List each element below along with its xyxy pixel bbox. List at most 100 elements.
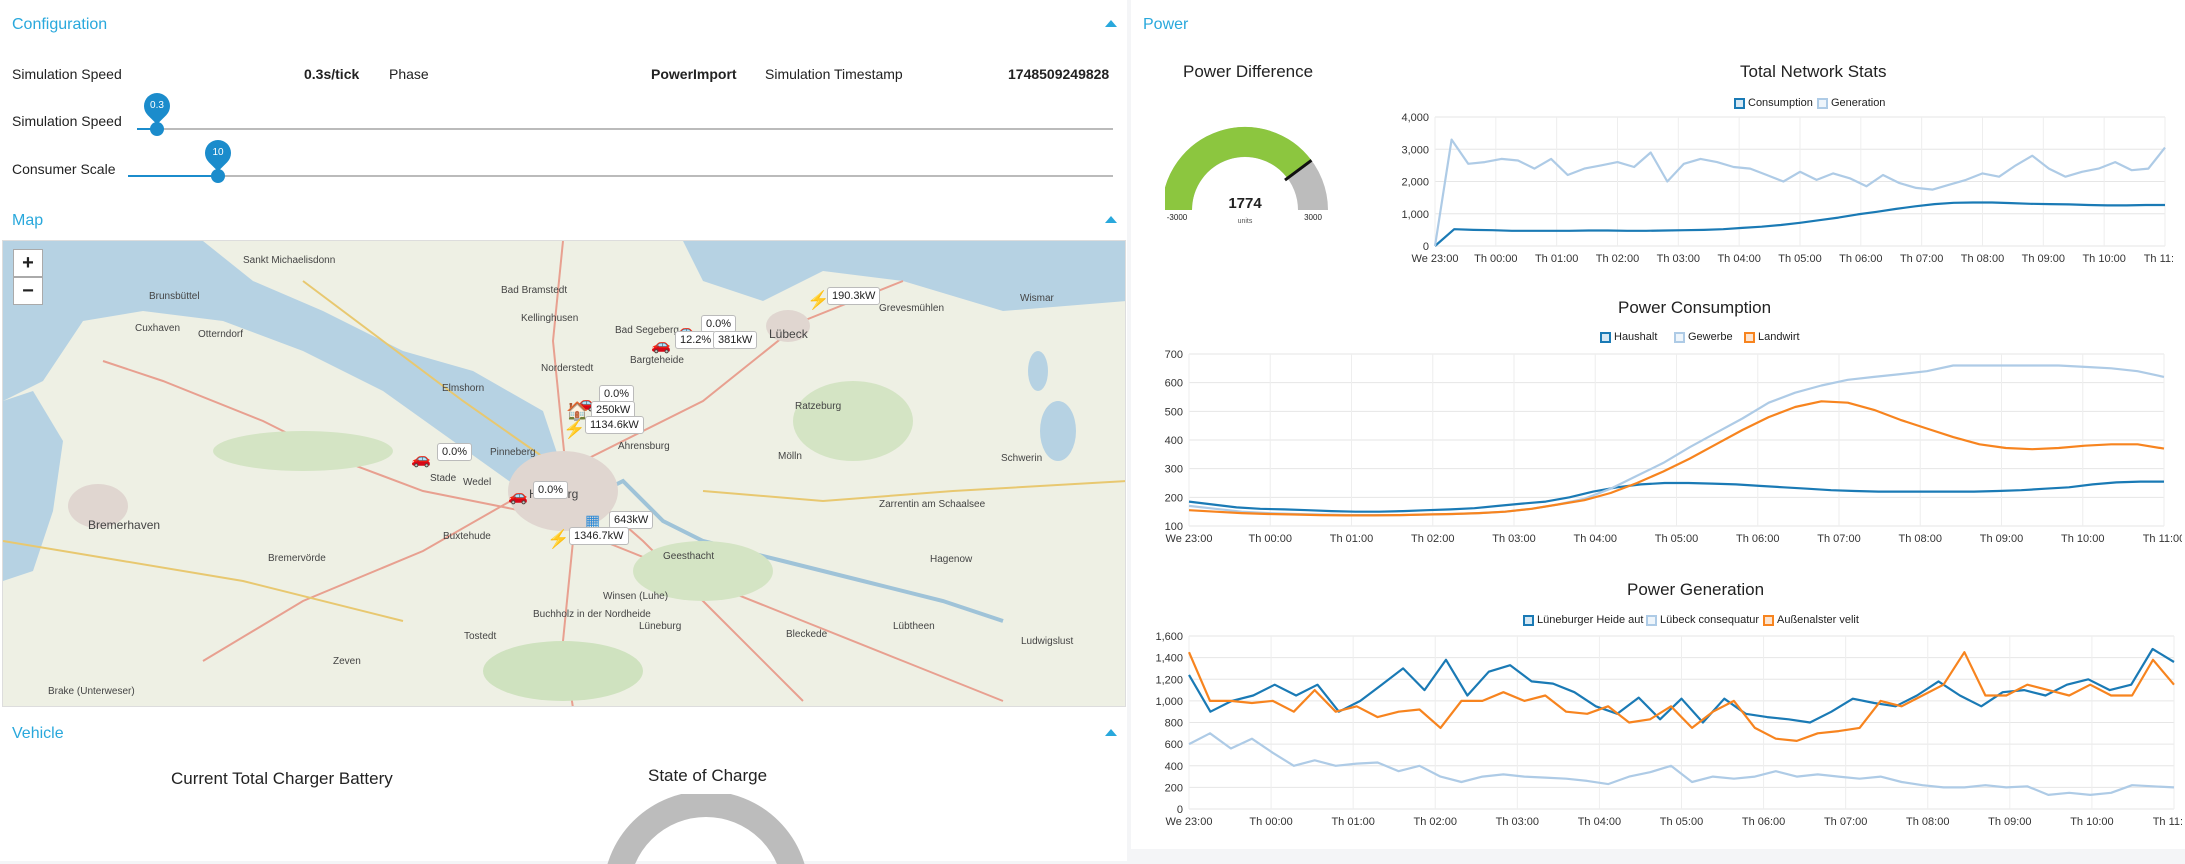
car-icon[interactable]: 🚗 [508,486,528,506]
vehicle-header[interactable]: Vehicle [0,709,1127,757]
x-tick-label: Th 06:00 [1742,816,1785,828]
configuration-title: Configuration [12,16,108,33]
y-tick-label: 0 [1423,241,1429,253]
map-place-label: Mölln [778,451,802,462]
sim-speed-label: Simulation Speed [12,66,122,82]
phase-value: PowerImport [651,66,737,82]
consumer-scale-label: Consumer Scale [12,161,116,177]
map-place-label: Bargteheide [630,355,684,366]
y-tick-label: 700 [1165,349,1183,361]
x-tick-label: Th 05:00 [1778,253,1821,265]
consumer-scale-slider[interactable]: 10 [128,134,1113,183]
x-tick-label: Th 09:00 [2022,253,2065,265]
map-header[interactable]: Map [0,196,1127,244]
x-tick-label: We 23:00 [1166,816,1213,828]
map-place-label: Bremerhaven [88,518,161,532]
slider-value-text: 10 [212,147,224,158]
x-tick-label: We 23:00 [1412,253,1459,265]
map-value-label: 1346.7kW [569,527,629,545]
x-tick-label: Th 08:00 [1961,253,2004,265]
network-stats-chart: 0 1,000 2,000 3,000 4,000 We 23:00 Th 00:00 Th … [1401,112,2173,265]
x-tick-label: Th 04:00 [1717,253,1760,265]
x-tick-label: Th 00:00 [1249,533,1292,545]
map-place-label: Wismar [1020,293,1054,304]
y-tick-label: 1,400 [1155,653,1183,665]
gauge-value: 1774 [1228,195,1262,212]
x-tick-label: Th 02:00 [1414,816,1457,828]
zoom-out-button[interactable]: − [13,277,43,305]
x-tick-label: Th 03:00 [1657,253,1700,265]
configuration-panel: Configuration Simulation Speed 0.3s/tick… [0,0,1127,196]
x-tick-label: Th 08:00 [1906,816,1949,828]
map-place-label: Pinneberg [490,447,536,458]
chart-title-consumption: Power Consumption [1618,298,1772,317]
x-tick-label: Th 02:00 [1411,533,1454,545]
gauge-max: 3000 [1304,213,1322,222]
map-place-label: Kellinghusen [521,313,579,324]
map-place-label: Bremervörde [268,553,326,564]
y-tick-label: 400 [1165,435,1183,447]
slider-track [137,128,1113,130]
y-tick-label: 1,600 [1155,631,1183,643]
x-tick-label: Th 03:00 [1496,816,1539,828]
collapse-chevron-icon[interactable] [1105,729,1117,736]
sim-speed-value: 0.3s/tick [304,66,360,82]
x-tick-label: Th 03:00 [1492,533,1535,545]
x-tick-label: Th 11:00 [2143,533,2182,545]
car-icon[interactable]: 🚗 [411,449,431,469]
simulation-speed-slider[interactable]: 0.3 [137,87,1113,136]
gauge-min: -3000 [1167,213,1188,222]
vehicle-panel: Vehicle Current Total Charger Battery St… [0,709,1127,864]
y-tick-label: 100 [1165,521,1183,533]
zoom-in-button[interactable]: + [13,249,43,277]
x-tick-label: Th 04:00 [1574,533,1617,545]
timestamp-value: 1748509249828 [1008,66,1110,82]
map-value-label: 190.3kW [827,287,881,305]
map-place-label: Norderstedt [541,363,594,374]
map-value-label: 381kW [713,331,758,349]
map-place-label: Geesthacht [663,551,715,562]
x-tick-label: Th 10:00 [2082,253,2125,265]
map-title: Map [12,212,44,229]
power-consumption-chart: 100 200 300 400 500 600 700 We 23:00 Th 00:00 Th … [1165,349,2182,545]
x-tick-label: Th 10:00 [2070,816,2113,828]
collapse-chevron-icon[interactable] [1105,216,1117,223]
y-tick-label: 200 [1165,782,1183,794]
gauge-unit: units [1238,218,1253,225]
y-tick-label: 200 [1165,492,1183,504]
vehicle-title: Vehicle [12,725,64,742]
x-tick-label: Th 00:00 [1249,816,1292,828]
y-tick-label: 1,000 [1401,209,1429,221]
map-place-label: Tostedt [464,631,497,642]
map-place-label: Hagenow [930,554,973,565]
power-generation-chart: 0 200 400 600 800 1,000 1,200 1,400 1,600 We 23:0… [1155,631,2182,828]
power-panel: Power Power Difference 1774 units -3000 … [1131,0,2185,849]
map-background [3,241,1125,706]
x-tick-label: Th 06:00 [1736,533,1779,545]
power-header[interactable]: Power [1131,0,2185,48]
map-place-label: Lübeck [769,327,808,341]
x-tick-label: Th 10:00 [2061,533,2104,545]
map-place-label: Bleckede [786,629,828,640]
y-tick-label: 400 [1165,761,1183,773]
map-place-label: Lübtheen [893,621,935,632]
map-place-label: Schwerin [1001,453,1043,464]
map-value-label: 12.2% [675,331,717,349]
map-view[interactable]: Bremerhaven Hamburg Lübeck Cuxhaven Stad… [2,240,1126,707]
y-tick-label: 3,000 [1401,144,1429,156]
x-tick-label: Th 01:00 [1331,816,1374,828]
y-tick-label: 300 [1165,464,1183,476]
map-place-label: Ludwigslust [1021,636,1074,647]
map-place-label: Ratzeburg [795,401,842,412]
map-place-label: Lüneburg [639,621,682,632]
y-tick-label: 2,000 [1401,177,1429,189]
x-tick-label: Th 09:00 [1980,533,2023,545]
configuration-header[interactable]: Configuration [0,0,1127,48]
charger-bolt-icon[interactable]: ⚡ [563,419,585,440]
charger-bolt-icon[interactable]: ⚡ [547,529,569,550]
collapse-chevron-icon[interactable] [1105,20,1117,27]
map-place-label: Brake (Unterweser) [48,686,135,697]
x-tick-label: We 23:00 [1166,533,1213,545]
car-icon[interactable]: 🚗 [651,335,671,355]
map-place-label: Bad Bramstedt [501,285,568,296]
